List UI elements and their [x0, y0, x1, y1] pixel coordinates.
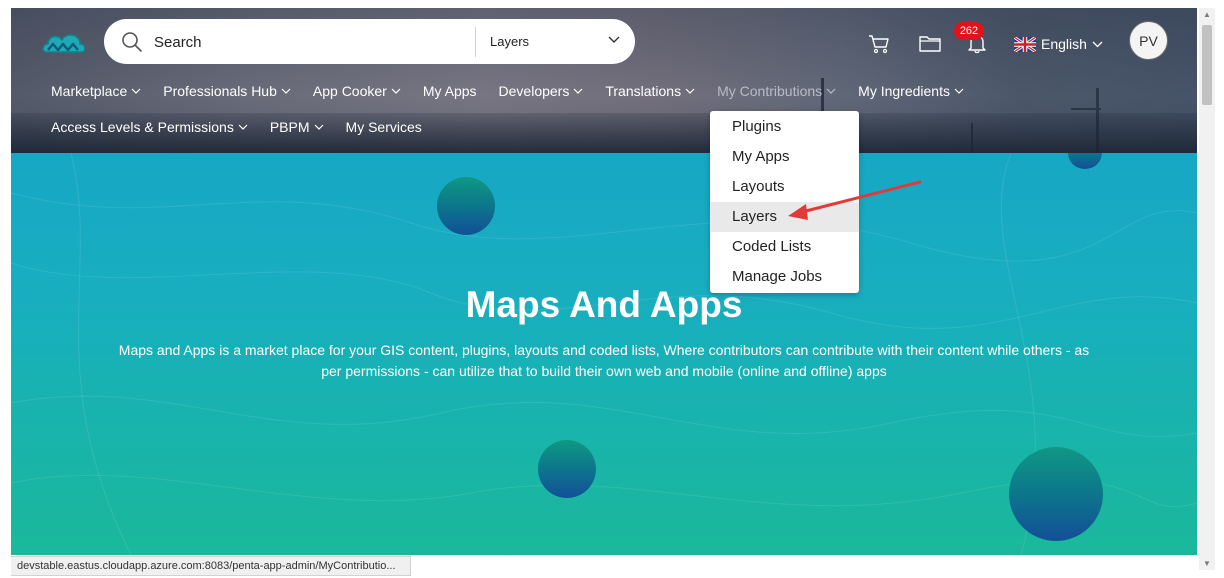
avatar[interactable]: PV — [1129, 21, 1168, 60]
nav-item-label: My Services — [345, 119, 422, 135]
main-nav-row-1: Marketplace Professionals Hub App Cooker… — [51, 80, 986, 102]
nav-item-label: My Ingredients — [858, 83, 950, 99]
decorative-bubble — [437, 177, 495, 235]
nav-item-label: Marketplace — [51, 83, 128, 99]
notification-badge[interactable]: 262 — [954, 22, 984, 40]
nav-item-translations[interactable]: Translations — [605, 83, 695, 99]
chevron-down-icon — [238, 124, 248, 130]
nav-item-label: App Cooker — [312, 83, 387, 99]
hero-title: Maps And Apps — [465, 284, 743, 325]
search-icon[interactable] — [121, 31, 143, 53]
language-selector[interactable]: English — [1014, 33, 1103, 55]
menu-item-coded-lists[interactable]: Coded Lists — [710, 232, 859, 262]
search-bar: Layers — [104, 19, 635, 64]
cart-icon[interactable] — [868, 34, 890, 54]
chevron-down-icon — [685, 88, 695, 94]
status-bar-url: devstable.eastus.cloudapp.azure.com:8083… — [11, 556, 411, 576]
menu-item-my-apps[interactable]: My Apps — [710, 142, 859, 172]
nav-item-marketplace[interactable]: Marketplace — [51, 83, 141, 99]
background-crane — [1071, 108, 1101, 110]
vertical-scrollbar[interactable]: ▲ ▼ — [1199, 8, 1215, 570]
nav-item-label: Professionals Hub — [163, 83, 277, 99]
nav-item-my-apps[interactable]: My Apps — [423, 83, 477, 99]
logo[interactable] — [40, 26, 88, 58]
header: Layers 262 — [11, 8, 1197, 153]
chevron-down-icon — [1092, 41, 1103, 47]
nav-item-my-services[interactable]: My Services — [346, 119, 422, 135]
search-category-select[interactable]: Layers — [480, 25, 630, 58]
search-divider — [475, 27, 476, 57]
uk-flag-icon — [1014, 36, 1036, 52]
chevron-down-icon — [131, 88, 141, 94]
decorative-bubble — [538, 440, 596, 498]
search-input[interactable] — [154, 29, 464, 55]
nav-item-label: My Contributions — [717, 83, 823, 99]
scroll-thumb[interactable] — [1202, 25, 1212, 105]
chevron-down-icon — [573, 88, 583, 94]
nav-item-my-ingredients[interactable]: My Ingredients — [858, 83, 964, 99]
search-category-value: Layers — [490, 34, 530, 49]
menu-item-plugins[interactable]: Plugins — [710, 112, 859, 142]
hero-section: Maps And Apps Maps and Apps is a market … — [11, 153, 1197, 555]
decorative-bubble — [1009, 447, 1103, 541]
nav-item-professionals-hub[interactable]: Professionals Hub — [163, 83, 291, 99]
main-nav-row-2: Access Levels & Permissions PBPM My Serv… — [51, 116, 444, 138]
hero-description: Maps and Apps is a market place for your… — [118, 342, 1090, 379]
menu-item-manage-jobs[interactable]: Manage Jobs — [710, 262, 859, 292]
chevron-down-icon — [314, 124, 323, 130]
chevron-down-icon — [826, 88, 836, 94]
app-window: Layers 262 — [0, 0, 1224, 578]
folder-icon[interactable] — [919, 34, 941, 52]
scroll-down-icon[interactable]: ▼ — [1203, 559, 1211, 568]
chevron-down-icon — [954, 88, 964, 94]
nav-item-label: Developers — [498, 83, 570, 99]
nav-item-my-contributions[interactable]: My Contributions — [717, 83, 836, 99]
nav-item-label: My Apps — [422, 83, 477, 99]
red-arrow-annotation — [788, 180, 922, 220]
language-label: English — [1041, 36, 1087, 52]
nav-item-label: Access Levels & Permissions — [51, 119, 234, 135]
scroll-up-icon[interactable]: ▲ — [1203, 10, 1211, 19]
nav-item-pbpm[interactable]: PBPM — [270, 119, 324, 135]
nav-item-label: PBPM — [269, 119, 310, 135]
nav-item-access-levels[interactable]: Access Levels & Permissions — [51, 119, 248, 135]
chevron-down-icon — [281, 88, 291, 94]
nav-item-developers[interactable]: Developers — [499, 83, 584, 99]
nav-item-label: Translations — [605, 83, 682, 99]
chevron-down-icon — [608, 36, 620, 43]
nav-item-app-cooker[interactable]: App Cooker — [313, 83, 401, 99]
chevron-down-icon — [391, 88, 401, 94]
